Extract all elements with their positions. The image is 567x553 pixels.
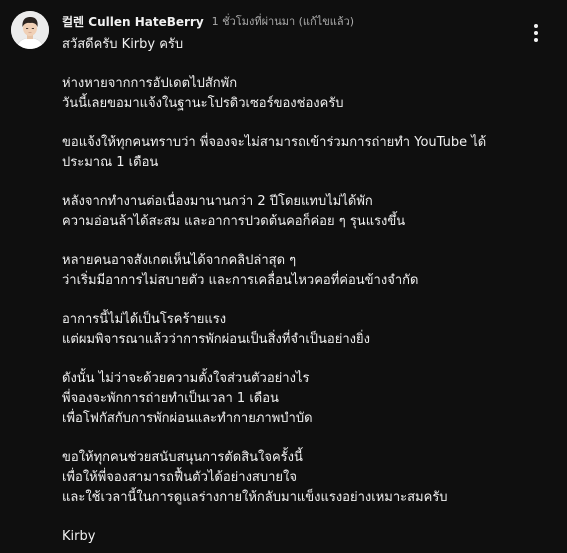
avatar[interactable] [11, 11, 49, 49]
comment-line: ว่าเริ่มมีอาการไม่สบายตัว และการเคลื่อนไ… [62, 273, 419, 288]
comment-line: วันนี้เลยขอมาแจ้งในฐานะโปรดิวเซอร์ของช่อ… [62, 96, 344, 111]
comment-line: Kirby [62, 529, 96, 544]
comment-line: ประมาณ 1 เดือน [62, 155, 159, 170]
comment-line: พี่จองจะพักการถ่ายทำเป็นเวลา 1 เดือน [62, 391, 279, 406]
comment-line: สวัสดีครับ Kirby ครับ [62, 37, 184, 52]
comment-line: และใช้เวลานี้ในการดูแลร่างกายให้กลับมาแข… [62, 490, 448, 505]
comment-line: อาการนี้ไม่ได้เป็นโรคร้ายแรง [62, 312, 227, 327]
comment-timestamp[interactable]: 1 ชั่วโมงที่ผ่านมา (แก้ไขแล้ว) [212, 12, 354, 30]
more-vert-icon [534, 24, 538, 28]
profile-avatar-icon [11, 11, 49, 49]
author-name[interactable]: 컬렌 Cullen HateBerry [62, 13, 204, 30]
comment-line: ดังนั้น ไม่ว่าจะด้วยความตั้งใจส่วนตัวอย่… [62, 371, 310, 386]
comment-header: 컬렌 Cullen HateBerry 1 ชั่วโมงที่ผ่านมา (… [62, 12, 354, 30]
comment-line: ห่างหายจากการอัปเดตไปสักพัก [62, 76, 238, 91]
comment-line: เพื่อให้พี่จองสามารถฟื้นตัวได้อย่างสบายใ… [62, 470, 297, 485]
comment-thread: 컬렌 Cullen HateBerry 1 ชั่วโมงที่ผ่านมา (… [0, 0, 567, 553]
comment-line: ความอ่อนล้าได้สะสม และอาการปวดต้นคอก็ค่อ… [62, 214, 406, 229]
comment-line: หลายคนอาจสังเกตเห็นได้จากคลิปล่าสุด ๆ [62, 253, 297, 268]
comment-text: สวัสดีครับ Kirby ครับห่างหายจากการอัปเดต… [62, 35, 542, 547]
comment-line: ขอให้ทุกคนช่วยสนับสนุนการตัดสินใจครั้งนี… [62, 450, 303, 465]
comment-line: เพื่อโฟกัสกับการพักผ่อนและทำกายภาพบำบัด [62, 411, 313, 426]
comment-line: แต่ผมพิจารณาแล้วว่าการพักผ่อนเป็นสิ่งที่… [62, 332, 370, 347]
comment-line: ขอแจ้งให้ทุกคนทราบว่า พี่จองจะไม่สามารถเ… [62, 135, 487, 150]
comment-line: หลังจากทำงานต่อเนื่องมานานกว่า 2 ปีโดยแท… [62, 194, 373, 209]
